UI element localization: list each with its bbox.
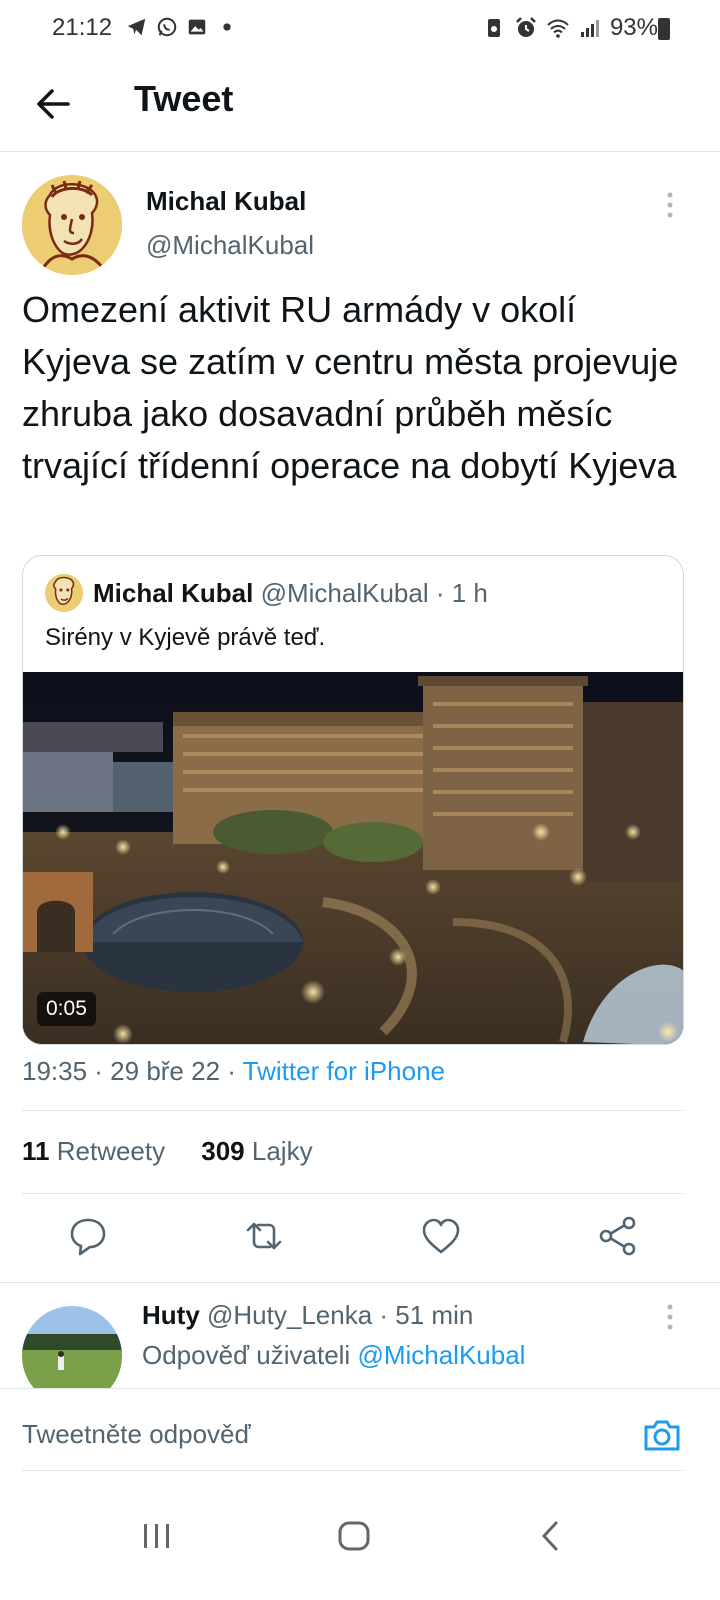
retweet-icon (246, 1222, 282, 1250)
tweet-metadata: 19:35 · 29 bře 22 · Twitter for iPhone (22, 1056, 445, 1087)
recent-apps-icon (144, 1524, 169, 1548)
video-duration-badge: 0:05 (37, 992, 96, 1026)
top-app-bar: Tweet (0, 60, 720, 152)
wifi-icon (546, 16, 570, 40)
quoted-video[interactable]: 0:05 (23, 672, 683, 1044)
reply-context: Odpověď uživateli @MichalKubal (142, 1340, 525, 1371)
back-button[interactable] (30, 80, 78, 128)
reply-separator: · (372, 1300, 396, 1330)
caricature-avatar-image (45, 574, 83, 612)
gallery-icon (186, 16, 208, 38)
quoted-time: 1 h (451, 578, 488, 608)
battery-icon (658, 18, 670, 40)
likes-count: 309 (201, 1136, 245, 1166)
tweet-timestamp: 19:35 · 29 bře 22 · (22, 1056, 243, 1086)
likes-label: Lajky (251, 1136, 313, 1166)
chevron-left-icon (542, 1521, 558, 1551)
tweet-text: Omezení aktivit RU armády v okolí Kyjeva… (22, 289, 679, 486)
quoted-separator: · (428, 578, 452, 608)
page-title: Tweet (134, 78, 234, 119)
reply-button[interactable] (64, 1212, 112, 1260)
more-vertical-icon (667, 192, 673, 218)
heart-icon (422, 1218, 460, 1254)
more-options-button[interactable] (660, 190, 680, 220)
battery-percent: 93% (609, 14, 658, 41)
home-icon (338, 1521, 370, 1551)
reply-input[interactable]: Tweetněte odpověď (22, 1419, 250, 1450)
night-city-square-video-thumbnail (23, 672, 683, 1044)
retweet-button[interactable] (240, 1212, 288, 1260)
recent-apps-button[interactable] (126, 1506, 186, 1566)
author-name[interactable]: Michal Kubal (146, 186, 306, 217)
alarm-icon (514, 16, 538, 40)
dot-icon (216, 16, 238, 38)
reply-composer: Tweetněte odpověď (0, 1388, 720, 1472)
telegram-icon (126, 16, 148, 38)
share-icon (599, 1216, 636, 1256)
recycle-icon (482, 16, 506, 40)
whatsapp-icon (156, 16, 178, 38)
camera-button[interactable] (640, 1413, 684, 1457)
tweet-source-link[interactable]: Twitter for iPhone (243, 1056, 445, 1086)
quoted-author-name: Michal Kubal (93, 578, 254, 608)
reply-icon (70, 1218, 106, 1256)
composer-underline (22, 1470, 684, 1471)
retweets-label: Retweety (56, 1136, 166, 1166)
like-button[interactable] (417, 1212, 465, 1260)
author-avatar[interactable] (22, 175, 122, 275)
camera-icon (644, 1420, 680, 1451)
status-time: 21:12 (52, 14, 113, 41)
retweets-stat[interactable]: 11 Retweety (22, 1136, 165, 1166)
likes-stat[interactable]: 309 Lajky (201, 1136, 312, 1166)
notification-icons (126, 16, 238, 38)
divider (0, 1282, 720, 1283)
quoted-author-avatar[interactable] (45, 574, 83, 612)
quoted-tweet-card[interactable]: Michal Kubal @MichalKubal · 1 h Sirény v… (22, 555, 684, 1045)
quoted-author-handle: @MichalKubal (260, 578, 429, 608)
system-back-button[interactable] (520, 1506, 580, 1566)
reply-mention-link[interactable]: @MichalKubal (357, 1340, 525, 1370)
reply-time: 51 min (395, 1300, 474, 1330)
reply-author-name[interactable]: Huty (142, 1300, 200, 1330)
signal-icon (578, 16, 602, 40)
system-navigation-bar (0, 1490, 720, 1600)
share-button[interactable] (594, 1212, 642, 1260)
author-handle[interactable]: @MichalKubal (146, 230, 314, 261)
reply-header: Huty @Huty_Lenka · 51 min (142, 1300, 473, 1331)
divider (22, 1110, 684, 1111)
caricature-avatar-image (22, 175, 122, 275)
arrow-left-icon (37, 89, 70, 119)
quoted-tweet-header: Michal Kubal @MichalKubal · 1 h (93, 578, 488, 609)
home-button[interactable] (324, 1506, 384, 1566)
quoted-tweet-text: Sirény v Kyjevě právě teď. (45, 624, 326, 651)
system-icons: 93% (482, 14, 658, 42)
reply-prefix: Odpověď uživateli (142, 1340, 358, 1370)
divider (22, 1193, 684, 1194)
tweet-stats: 11 Retweety 309 Lajky (22, 1136, 313, 1167)
more-vertical-icon (667, 1304, 673, 1330)
reply-more-options-button[interactable] (660, 1302, 680, 1332)
status-bar: 21:12 93% (0, 0, 720, 60)
reply-author-handle[interactable]: @Huty_Lenka (207, 1300, 372, 1330)
retweets-count: 11 (22, 1136, 50, 1166)
tweet-actions (0, 1212, 720, 1264)
